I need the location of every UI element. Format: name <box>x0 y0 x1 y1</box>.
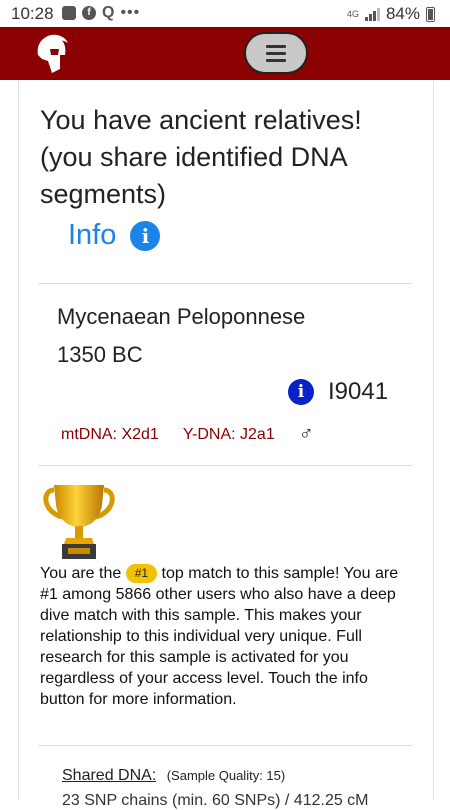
signal-icon <box>364 7 380 21</box>
sample-date: 1350 BC <box>57 342 143 367</box>
result-headline: You have ancient relatives! (you share i… <box>40 105 362 209</box>
sample-id: I9041 <box>328 378 389 405</box>
top-navbar <box>0 27 450 80</box>
notification-icons: f Q ••• <box>62 4 140 22</box>
info-button[interactable]: Info i <box>68 219 161 252</box>
divider <box>38 283 412 284</box>
shared-dna-details: 23 SNP chains (min. 60 SNPs) / 412.25 cM <box>62 792 369 809</box>
sample-name: Mycenaean Peloponnese 1350 BC <box>57 298 407 374</box>
more-notifications-icon: ••• <box>120 4 141 21</box>
info-label: Info <box>68 219 117 251</box>
menu-button[interactable] <box>244 32 308 74</box>
sample-info-icon[interactable]: i <box>288 379 314 405</box>
divider <box>38 465 412 466</box>
mtdna-haplogroup: mtDNA: X2d1 <box>61 425 159 443</box>
match-intro-start: You are the <box>40 565 122 582</box>
trophy-icon <box>43 485 115 559</box>
sample-culture: Mycenaean Peloponnese <box>57 304 306 329</box>
divider <box>38 745 412 746</box>
sample-quality: (Sample Quality: 15) <box>166 768 286 783</box>
system-icons: 4G 84% <box>347 4 435 24</box>
battery-percent: 84% <box>385 4 420 23</box>
sample-id-row: i I9041 <box>288 378 388 406</box>
status-time: 10:28 <box>11 4 54 23</box>
male-icon: ♂ <box>298 423 314 445</box>
shared-dna-label[interactable]: Shared DNA: <box>62 767 156 784</box>
battery-icon <box>426 6 435 22</box>
search-app-icon: Q <box>102 4 115 21</box>
info-icon[interactable]: i <box>130 220 161 251</box>
rank-badge: #1 <box>125 564 158 583</box>
mail-icon <box>62 6 76 20</box>
facebook-icon: f <box>82 6 96 20</box>
ydna-haplogroup: Y-DNA: J2a1 <box>182 425 275 443</box>
match-intro-end: top match to this sample! <box>161 565 340 582</box>
match-description: You are the #1 top match to this sample!… <box>40 563 410 710</box>
status-bar: 10:28 f Q ••• 4G 84% <box>0 0 450 27</box>
match-body: You are #1 among 5866 other users who al… <box>40 565 399 708</box>
network-type: 4G <box>346 8 359 19</box>
spartan-helmet-icon[interactable] <box>30 33 70 75</box>
shared-dna-row: Shared DNA: (Sample Quality: 15) <box>62 767 285 785</box>
haplogroup-row: mtDNA: X2d1 Y-DNA: J2a1 ♂ <box>61 423 314 446</box>
hamburger-menu-icon <box>266 51 286 55</box>
